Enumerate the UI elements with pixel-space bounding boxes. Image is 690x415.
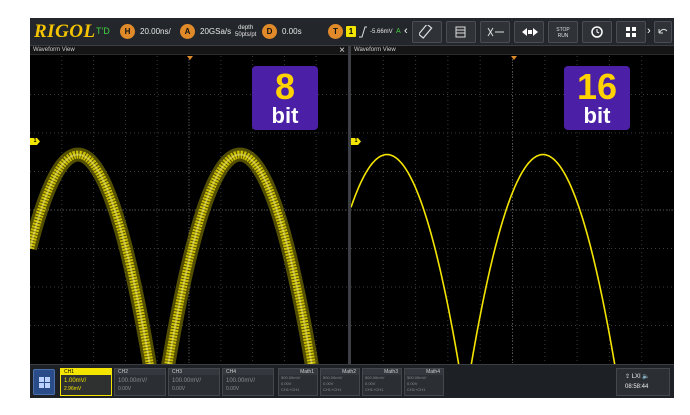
channel-box-ch1[interactable]: CH1 1.00mV/ 2.96mV (60, 368, 112, 396)
channel-name: CH2 (115, 369, 165, 375)
channel-offset: 0.00V (172, 386, 186, 392)
oscilloscope-screen: RIGOL T'D H 20.00ns/ A 20GSa/s depth 50p… (30, 18, 674, 398)
math-expression: CH1+CH1 (281, 387, 300, 392)
math-box-2[interactable]: Math2 500.00mV/ 0.00V CH1+CH1 (320, 368, 360, 396)
panel-title-bar: Waveform View × (30, 45, 348, 56)
trigger-badge-icon[interactable]: T (328, 24, 343, 39)
delay-badge-icon[interactable]: D (262, 24, 277, 39)
layout-button[interactable] (616, 21, 646, 43)
depth-label: depth (238, 25, 254, 31)
zoom-button[interactable] (514, 21, 544, 43)
home-button[interactable] (33, 369, 55, 395)
trigger-edge-icon (359, 26, 367, 38)
grid-icon (455, 26, 466, 38)
panel-title: Waveform View (33, 47, 75, 53)
bit-number: 8 (274, 66, 296, 107)
bit-unit: bit (583, 103, 611, 128)
panel-title-bar: Waveform View (351, 46, 674, 55)
math-expression: CH1+CH1 (323, 387, 342, 392)
cursor-button[interactable] (480, 21, 510, 43)
zoom-icon (522, 28, 538, 36)
close-icon[interactable]: × (339, 45, 345, 56)
math-expression: CH1+CH1 (407, 387, 426, 392)
math-box-4[interactable]: Math4 500.00mV/ 0.00V CH1+CH1 (404, 368, 444, 396)
layout-icon (626, 27, 636, 37)
channel-offset: 2.96mV (64, 386, 82, 392)
lxi-status: ⇪ LXI 🔈 (625, 374, 650, 380)
back-icon (658, 28, 668, 34)
acquire-badge-icon[interactable]: A (180, 24, 195, 39)
panel-title: Waveform View (354, 47, 396, 53)
home-grid-icon (39, 377, 50, 388)
measure-icon (419, 25, 433, 39)
channel-scale: 1.00mV/ (64, 378, 87, 384)
chevron-left-icon[interactable]: ‹ (404, 25, 408, 37)
channel-scale: 100.00mV/ (118, 378, 148, 384)
trigger-source[interactable]: 1 (346, 26, 356, 37)
channel-box-ch2[interactable]: CH2 100.00mV/ 0.00V (114, 368, 166, 396)
math-expression: CH1+CH1 (365, 387, 384, 392)
bit-unit: bit (271, 103, 299, 128)
channel-name: CH1 (61, 369, 111, 375)
horizontal-badge-icon[interactable]: H (120, 24, 135, 39)
bit-depth-badge: 16 bit (564, 66, 630, 130)
channel-offset: 0.00V (226, 386, 240, 392)
top-toolbar: RIGOL T'D H 20.00ns/ A 20GSa/s depth 50p… (30, 18, 674, 46)
memory-depth[interactable]: depth 50pts/pt (235, 25, 256, 39)
depth-value: 50pts/pt (235, 32, 257, 38)
run-state[interactable]: T'D (96, 26, 110, 36)
channel-box-ch3[interactable]: CH3 100.00mV/ 0.00V (168, 368, 220, 396)
waveform-view-left[interactable]: Waveform View × 1 8 bit (30, 45, 348, 364)
measure-button[interactable] (412, 21, 442, 43)
sample-rate[interactable]: 20GSa/s (200, 27, 231, 36)
trigger-coupling[interactable]: A (396, 28, 401, 35)
back-button[interactable] (654, 21, 672, 43)
bit-number: 16 (576, 66, 618, 107)
channel-box-ch4[interactable]: CH4 100.00mV/ 0.00V (222, 368, 274, 396)
timebase-value[interactable]: 20.00ns/ (140, 27, 171, 36)
clock: 08:58:44 (625, 384, 649, 390)
channel-name: CH3 (169, 369, 219, 375)
trigger-position-icon[interactable] (511, 56, 517, 60)
grid-button[interactable] (446, 21, 476, 43)
brand-logo: RIGOL (34, 21, 96, 42)
channel-scale: 100.00mV/ (226, 378, 256, 384)
delay-value[interactable]: 0.00s (282, 27, 302, 36)
channel-name: CH4 (223, 369, 273, 375)
lxi-label: LXI (631, 374, 641, 380)
history-icon (591, 26, 603, 38)
channel-offset: 0.00V (118, 386, 132, 392)
system-status[interactable]: ⇪ LXI 🔈 08:58:44 (616, 368, 670, 396)
run-label: RUN (557, 33, 569, 39)
chevron-right-icon[interactable]: › (647, 25, 651, 37)
bottom-status-bar: CH1 1.00mV/ 2.96mV CH2 100.00mV/ 0.00V C… (30, 364, 674, 398)
math-box-1[interactable]: Math1 500.00mV/ 0.00V CH1+CH1 (278, 368, 318, 396)
trigger-position-icon[interactable] (187, 56, 193, 60)
trigger-level[interactable]: -5.66mV (370, 29, 393, 35)
run-stop-button[interactable]: STOP RUN (548, 21, 578, 43)
channel-scale: 100.00mV/ (172, 378, 202, 384)
bit-depth-badge: 8 bit (252, 66, 318, 130)
cursor-icon (487, 27, 504, 37)
waveform-view-right[interactable]: Waveform View 1 16 bit (351, 46, 674, 364)
math-box-3[interactable]: Math3 500.00mV/ 0.00V CH1+CH1 (362, 368, 402, 396)
history-button[interactable] (582, 21, 612, 43)
